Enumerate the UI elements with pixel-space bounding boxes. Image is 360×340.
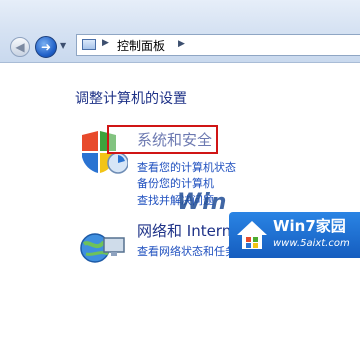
forward-arrow-icon: ➜: [40, 40, 52, 54]
breadcrumb-chevron-icon[interactable]: ▶: [178, 39, 185, 49]
breadcrumb-control-panel[interactable]: 控制面板: [117, 37, 165, 54]
forward-button[interactable]: ➜: [35, 36, 57, 58]
navigation-bar: ◀ ➜ ▼ ▶ 控制面板 ▶: [0, 0, 360, 63]
link-view-computer-status[interactable]: 查看您的计算机状态: [137, 159, 236, 175]
back-button[interactable]: ◀: [10, 37, 30, 57]
watermark-text: Win: [177, 190, 228, 215]
house-icon: [235, 218, 269, 256]
watermark-site-name: Win7家园: [273, 217, 346, 235]
watermark-badge: Win7家园 www.5aixt.com: [229, 212, 360, 258]
page-title: 调整计算机的设置: [75, 91, 187, 107]
recent-pages-dropdown-icon[interactable]: ▼: [60, 41, 66, 50]
watermark-url: www.5aixt.com: [273, 238, 350, 249]
link-view-network-status[interactable]: 查看网络状态和任务: [137, 243, 236, 259]
breadcrumb-separator-icon[interactable]: ▶: [102, 38, 109, 48]
control-panel-icon: [82, 39, 96, 50]
address-bar[interactable]: ▶ 控制面板 ▶: [76, 34, 360, 56]
network-globe-icon: [78, 230, 128, 270]
back-arrow-icon: ◀: [15, 40, 25, 54]
highlight-box: [107, 125, 218, 154]
link-backup-computer[interactable]: 备份您的计算机: [137, 175, 214, 191]
